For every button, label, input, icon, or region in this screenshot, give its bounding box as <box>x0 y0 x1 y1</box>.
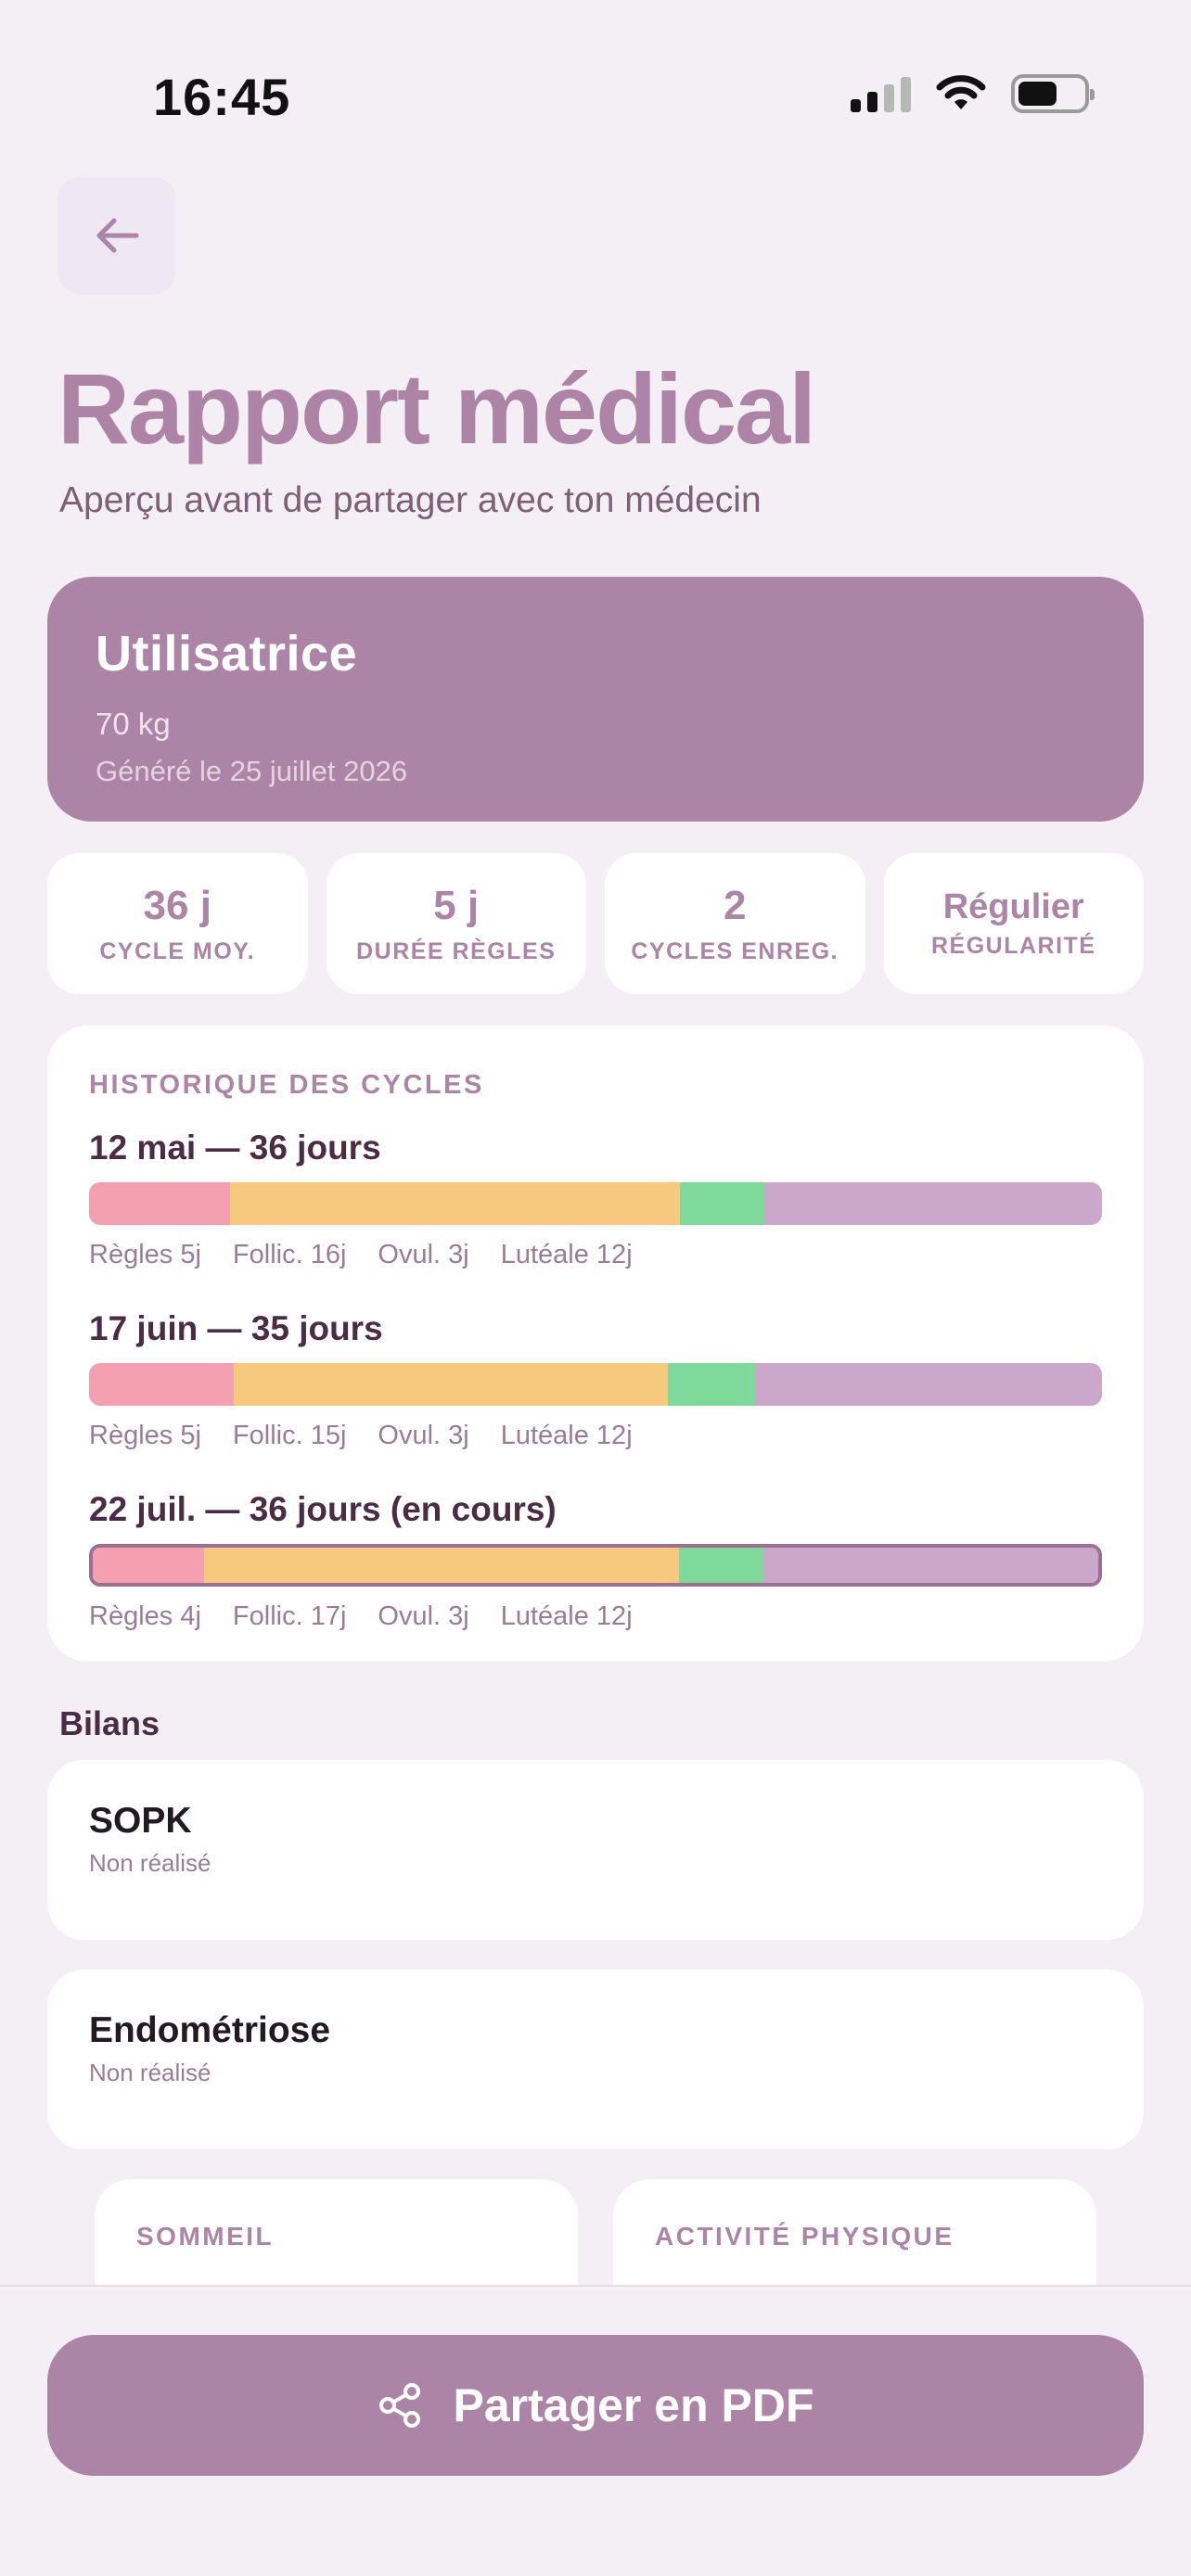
lifestyle-cards: SOMMEIL ACTIVITÉ PHYSIQUE <box>95 2179 1096 2290</box>
page-title: Rapport médical <box>58 352 816 465</box>
cycle-legend: Règles 5j Follic. 15j Ovul. 3j Lutéale 1… <box>89 1421 1102 1451</box>
bilans-heading: Bilans <box>59 1704 160 1742</box>
share-pdf-label: Partager en PDF <box>453 2379 814 2431</box>
phase-luteale-segment <box>754 1363 1102 1406</box>
phase-label: Follic. 15j <box>232 1421 347 1450</box>
physical-activity-card: ACTIVITÉ PHYSIQUE <box>613 2179 1096 2290</box>
battery-icon <box>1011 74 1095 113</box>
bilan-card-sopk[interactable]: SOPK Non réalisé <box>47 1760 1144 1940</box>
clock: 16:45 <box>153 68 291 126</box>
cycle-phase-bar <box>89 1544 1102 1587</box>
phase-label: Follic. 16j <box>232 1240 347 1269</box>
stat-period-duration: 5 j DURÉE RÈGLES <box>326 853 586 994</box>
stat-cycle-average: 36 j CYCLE MOY. <box>47 853 308 994</box>
cycle-history-card: HISTORIQUE DES CYCLES 12 mai — 36 jours … <box>47 1026 1144 1662</box>
sleep-card: SOMMEIL <box>95 2179 578 2290</box>
phase-label: Règles 5j <box>89 1240 201 1269</box>
stat-label: RÉGULARITÉ <box>931 933 1096 959</box>
phase-regles-segment <box>89 1363 234 1406</box>
cycle-phase-bar <box>89 1363 1102 1406</box>
phase-follic-segment <box>234 1363 668 1406</box>
phase-label: Ovul. 3j <box>378 1421 469 1450</box>
arrow-left-icon <box>96 218 139 253</box>
cycle-title: 17 juin — 35 jours <box>89 1309 383 1347</box>
back-button[interactable] <box>58 176 176 295</box>
stat-value: 5 j <box>433 882 480 928</box>
stat-value: Régulier <box>942 887 1084 926</box>
cycle-history-heading: HISTORIQUE DES CYCLES <box>89 1070 484 1100</box>
cycle-phase-bar <box>89 1182 1102 1225</box>
phase-label: Lutéale 12j <box>500 1240 633 1269</box>
phase-label: Follic. 17j <box>232 1601 347 1631</box>
phase-luteale-segment <box>762 1548 1098 1583</box>
phase-label: Ovul. 3j <box>378 1601 469 1631</box>
cycle-legend: Règles 5j Follic. 16j Ovul. 3j Lutéale 1… <box>89 1240 1102 1270</box>
stat-regularity: Régulier RÉGULARITÉ <box>883 853 1144 994</box>
stat-cycles-recorded: 2 CYCLES ENREG. <box>605 853 865 994</box>
phase-regles-segment <box>89 1182 230 1225</box>
cycle-entry: 17 juin — 35 jours Règles 5j Follic. 15j… <box>89 1309 1102 1451</box>
phase-ovul-segment <box>679 1548 763 1583</box>
bilan-card-endometriose[interactable]: Endométriose Non réalisé <box>47 1970 1144 2149</box>
status-bar: 16:45 <box>0 0 1191 185</box>
stat-label: DURÉE RÈGLES <box>356 937 557 964</box>
report-date: Généré le 25 juillet 2026 <box>96 755 408 787</box>
phase-luteale-segment <box>763 1182 1102 1225</box>
share-icon <box>379 2383 421 2428</box>
stats-row: 36 j CYCLE MOY. 5 j DURÉE RÈGLES 2 CYCLE… <box>47 853 1144 994</box>
phase-label: Règles 5j <box>89 1421 201 1450</box>
bilan-name: SOPK <box>89 1801 192 1841</box>
wifi-icon <box>936 75 986 109</box>
share-pdf-button[interactable]: Partager en PDF <box>47 2335 1144 2476</box>
cycle-title: 22 juil. — 36 jours (en cours) <box>89 1490 557 1528</box>
bilan-status: Non réalisé <box>89 2059 211 2086</box>
stat-value: 36 j <box>143 882 211 928</box>
phase-ovul-segment <box>679 1182 764 1225</box>
user-name: Utilisatrice <box>96 626 358 682</box>
phase-ovul-segment <box>668 1363 755 1406</box>
phase-follic-segment <box>204 1548 680 1583</box>
stat-label: CYCLE MOY. <box>99 937 256 964</box>
bilan-status: Non réalisé <box>89 1849 211 1877</box>
bilan-name: Endométriose <box>89 2010 331 2050</box>
status-icons <box>851 74 1095 113</box>
bottom-action-bar: Partager en PDF <box>0 2285 1191 2576</box>
cycle-legend: Règles 4j Follic. 17j Ovul. 3j Lutéale 1… <box>89 1601 1102 1632</box>
stat-value: 2 <box>724 882 747 928</box>
user-weight: 70 kg <box>96 707 171 741</box>
stat-label: CYCLES ENREG. <box>631 937 839 964</box>
page-subtitle: Aperçu avant de partager avec ton médeci… <box>59 480 762 520</box>
phase-label: Lutéale 12j <box>500 1601 633 1631</box>
phase-regles-segment <box>93 1548 205 1583</box>
cellular-signal-icon <box>851 75 911 112</box>
cycle-entry: 12 mai — 36 jours Règles 5j Follic. 16j … <box>89 1129 1102 1270</box>
phase-label: Ovul. 3j <box>378 1240 469 1269</box>
phase-label: Règles 4j <box>89 1601 201 1631</box>
user-card: Utilisatrice 70 kg Généré le 25 juillet … <box>47 577 1144 822</box>
phase-follic-segment <box>229 1182 680 1225</box>
phase-label: Lutéale 12j <box>500 1421 633 1450</box>
cycle-entry-current: 22 juil. — 36 jours (en cours) Règles 4j… <box>89 1490 1102 1632</box>
cycle-title: 12 mai — 36 jours <box>89 1129 381 1167</box>
